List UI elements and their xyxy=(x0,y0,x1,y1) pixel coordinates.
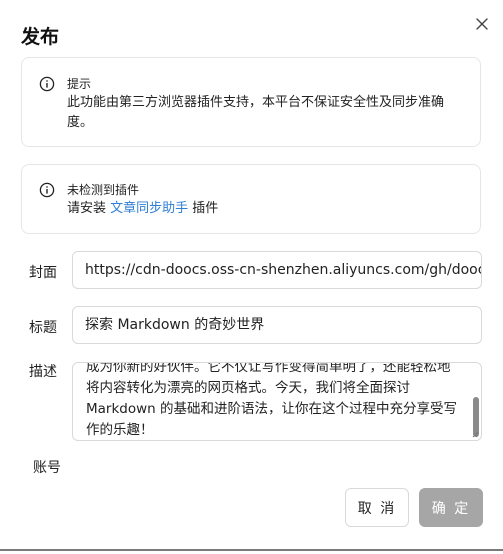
close-icon xyxy=(476,18,488,30)
account-label: 账号 xyxy=(33,460,61,476)
resize-handle-icon[interactable] xyxy=(472,431,479,438)
info-icon xyxy=(39,76,55,92)
plugin-alert-title: 未检测到插件 xyxy=(67,183,140,197)
description-scrollbar[interactable] xyxy=(473,367,479,437)
cancel-button[interactable]: 取 消 xyxy=(345,488,409,527)
title-input[interactable]: 探索 Markdown 的奇妙世界 xyxy=(72,306,482,344)
notice-alert: 提示 此功能由第三方浏览器插件支持，本平台不保证安全性及同步准确度。 xyxy=(21,57,481,147)
description-textarea[interactable]: 成为你新的好伙伴。它不仅让写作变得简单明了，还能轻松地将内容转化为漂亮的网页格式… xyxy=(72,362,482,441)
plugin-text-after: 插件 xyxy=(188,201,219,216)
bottom-divider xyxy=(0,549,503,551)
info-icon xyxy=(39,182,55,198)
confirm-button[interactable]: 确 定 xyxy=(419,488,483,527)
dialog-title: 发布 xyxy=(21,26,60,48)
title-label: 标题 xyxy=(29,320,57,336)
description-label: 描述 xyxy=(29,364,57,380)
publish-dialog: 发布 提示 此功能由第三方浏览器插件支持，本平台不保证安全性及同步准确度。 未检… xyxy=(0,0,503,554)
description-text: 成为你新的好伙伴。它不仅让写作变得简单明了，还能轻松地将内容转化为漂亮的网页格式… xyxy=(86,362,458,438)
cover-input[interactable]: https://cdn-doocs.oss-cn-shenzhen.aliyun… xyxy=(72,251,482,289)
notice-title: 提示 xyxy=(67,77,92,91)
plugin-text-before: 请安装 xyxy=(67,201,111,216)
notice-body: 此功能由第三方浏览器插件支持，本平台不保证安全性及同步准确度。 xyxy=(67,95,445,130)
close-button[interactable] xyxy=(471,13,493,35)
plugin-install-link[interactable]: 文章同步助手 xyxy=(110,201,188,216)
cover-label: 封面 xyxy=(29,265,57,281)
plugin-alert-body: 请安装 文章同步助手 插件 xyxy=(67,199,460,219)
plugin-alert: 未检测到插件 请安装 文章同步助手 插件 xyxy=(21,164,481,234)
